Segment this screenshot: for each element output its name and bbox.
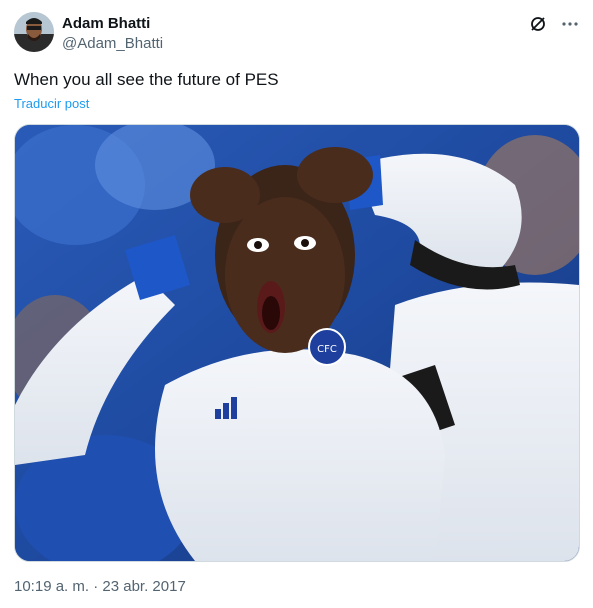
grok-icon[interactable] [528,14,548,34]
header-actions [528,14,580,34]
author-handle[interactable]: @Adam_Bhatti [62,34,163,54]
tweet-media-image[interactable]: CFC [14,124,580,562]
author-display-name[interactable]: Adam Bhatti [62,14,163,34]
tweet-text: When you all see the future of PES [14,70,279,89]
more-icon[interactable] [560,14,580,34]
avatar[interactable] [14,12,54,52]
shocked-player-photo: CFC [15,125,579,561]
translate-link[interactable]: Traducir post [14,96,89,111]
tweet-card: Adam Bhatti @Adam_Bhatti When you all se… [0,0,593,608]
author-names: Adam Bhatti @Adam_Bhatti [62,14,163,54]
tweet-header: Adam Bhatti @Adam_Bhatti [14,12,580,56]
tweet-timestamp[interactable]: 10:19 a. m. · 23 abr. 2017 [14,578,186,595]
svg-text:CFC: CFC [317,344,337,355]
